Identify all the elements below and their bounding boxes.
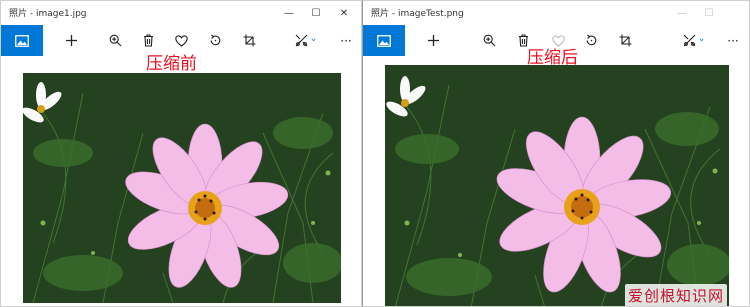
view-image-button[interactable] — [363, 25, 405, 56]
minimize-button[interactable]: — — [671, 1, 693, 25]
maximize-button[interactable]: ☐ — [305, 1, 327, 25]
edit-icon — [295, 34, 308, 47]
add-button[interactable] — [61, 25, 81, 56]
crop-button[interactable] — [239, 25, 259, 56]
rotate-icon — [210, 34, 220, 46]
flower-image — [23, 73, 341, 303]
zoom-button[interactable] — [479, 25, 499, 56]
title-bar[interactable]: 照片 - imageTest.png — ☐ — [363, 1, 749, 25]
maximize-button[interactable]: ☐ — [698, 1, 720, 25]
photos-window-left: 照片 - image1.jpg — ☐ ✕ ⌄ ··· 压缩前 — [0, 0, 362, 307]
edit-icon — [683, 34, 696, 47]
add-button[interactable] — [423, 25, 443, 56]
window-title: 照片 - imageTest.png — [371, 9, 464, 19]
more-button[interactable]: ··· — [723, 25, 743, 56]
chevron-down-icon: ⌄ — [697, 33, 706, 44]
crop-button[interactable] — [615, 25, 635, 56]
crop-icon — [243, 34, 255, 47]
image-icon — [15, 34, 29, 47]
trash-icon — [143, 34, 153, 47]
zoom-in-icon — [483, 34, 495, 47]
close-button[interactable]: ✕ — [333, 1, 355, 25]
watermark: 爱创根知识网 — [624, 284, 727, 306]
image-icon — [377, 34, 391, 47]
more-button[interactable]: ··· — [336, 25, 356, 56]
photos-window-right: 照片 - imageTest.png — ☐ ⌄ ··· 压缩后 爱创根知识网 — [362, 0, 750, 307]
flower-image — [385, 65, 729, 306]
zoom-in-icon — [109, 34, 121, 47]
minimize-button[interactable]: — — [278, 1, 300, 25]
crop-icon — [619, 34, 631, 47]
flower-photo — [23, 73, 341, 303]
add-icon — [427, 35, 439, 46]
rotate-icon — [586, 34, 596, 46]
view-image-button[interactable] — [1, 25, 43, 56]
zoom-button[interactable] — [105, 25, 125, 56]
heart-icon — [174, 34, 188, 47]
window-title: 照片 - image1.jpg — [9, 9, 87, 19]
caption-before: 压缩前 — [146, 54, 197, 74]
rotate-button[interactable] — [205, 25, 225, 56]
title-bar[interactable]: 照片 - image1.jpg — ☐ ✕ — [1, 1, 361, 25]
edit-button[interactable]: ⌄ — [679, 25, 709, 56]
chevron-down-icon: ⌄ — [309, 33, 318, 44]
edit-button[interactable]: ⌄ — [291, 25, 321, 56]
add-icon — [65, 35, 77, 46]
flower-photo: 爱创根知识网 — [385, 65, 729, 306]
rotate-button[interactable] — [581, 25, 601, 56]
caption-after: 压缩后 — [527, 48, 578, 68]
